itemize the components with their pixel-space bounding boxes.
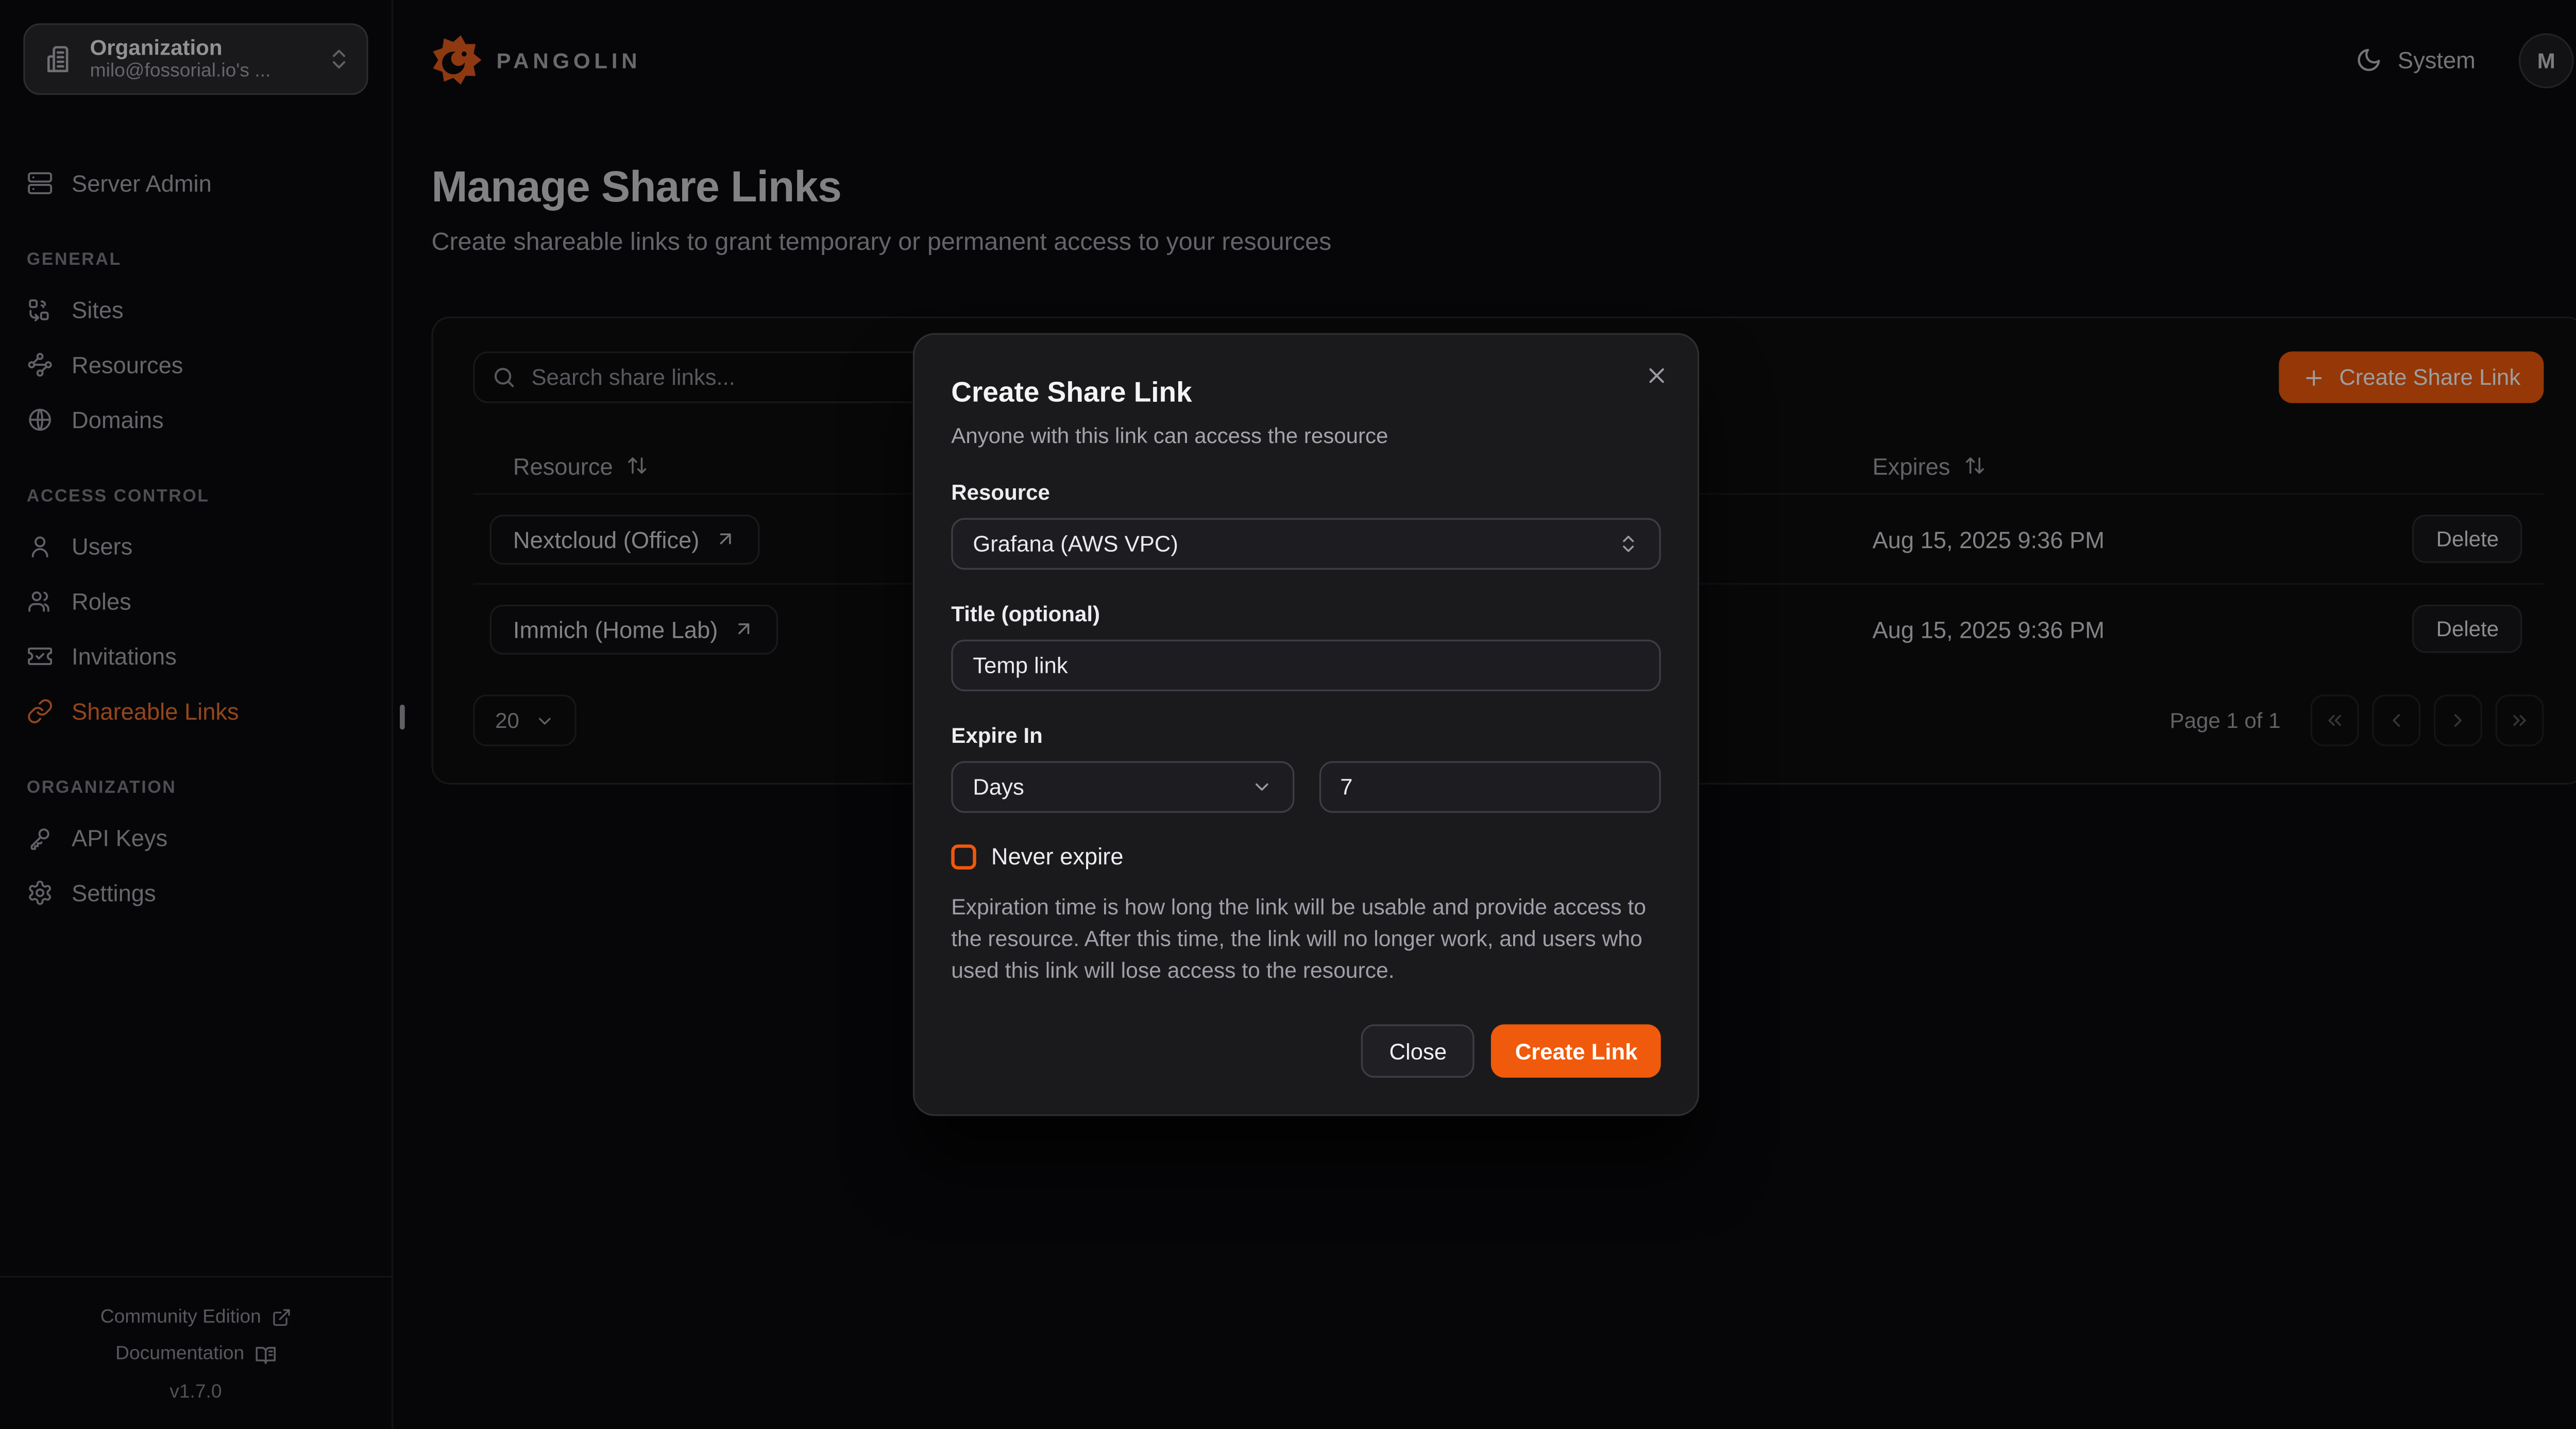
modal-title: Create Share Link xyxy=(951,377,1660,410)
create-share-link-modal: Create Share Link Anyone with this link … xyxy=(913,333,1699,1116)
page-container: Organization milo@fossorial.io's ... Ser… xyxy=(0,0,2576,1429)
title-input[interactable] xyxy=(951,640,1660,691)
resource-select[interactable]: Grafana (AWS VPC) xyxy=(951,518,1660,570)
expire-unit-value: Days xyxy=(973,775,1250,800)
never-expire-label: Never expire xyxy=(991,843,1124,870)
resource-select-value: Grafana (AWS VPC) xyxy=(973,531,1617,556)
chevron-down-icon xyxy=(1250,776,1272,798)
expire-value-input[interactable] xyxy=(1318,761,1660,813)
never-expire-row[interactable]: Never expire xyxy=(951,843,1660,870)
expire-in-label: Expire In xyxy=(951,723,1660,748)
chevrons-up-down-icon xyxy=(1618,533,1639,555)
title-label: Title (optional) xyxy=(951,601,1660,626)
close-icon[interactable] xyxy=(1644,363,1669,388)
modal-subtitle: Anyone with this link can access the res… xyxy=(951,423,1660,448)
expiration-help-text: Expiration time is how long the link wil… xyxy=(951,891,1660,986)
never-expire-checkbox[interactable] xyxy=(951,844,976,869)
create-link-button[interactable]: Create Link xyxy=(1492,1025,1660,1078)
expire-unit-select[interactable]: Days xyxy=(951,761,1293,813)
close-button[interactable]: Close xyxy=(1361,1025,1476,1078)
resource-label: Resource xyxy=(951,480,1660,505)
